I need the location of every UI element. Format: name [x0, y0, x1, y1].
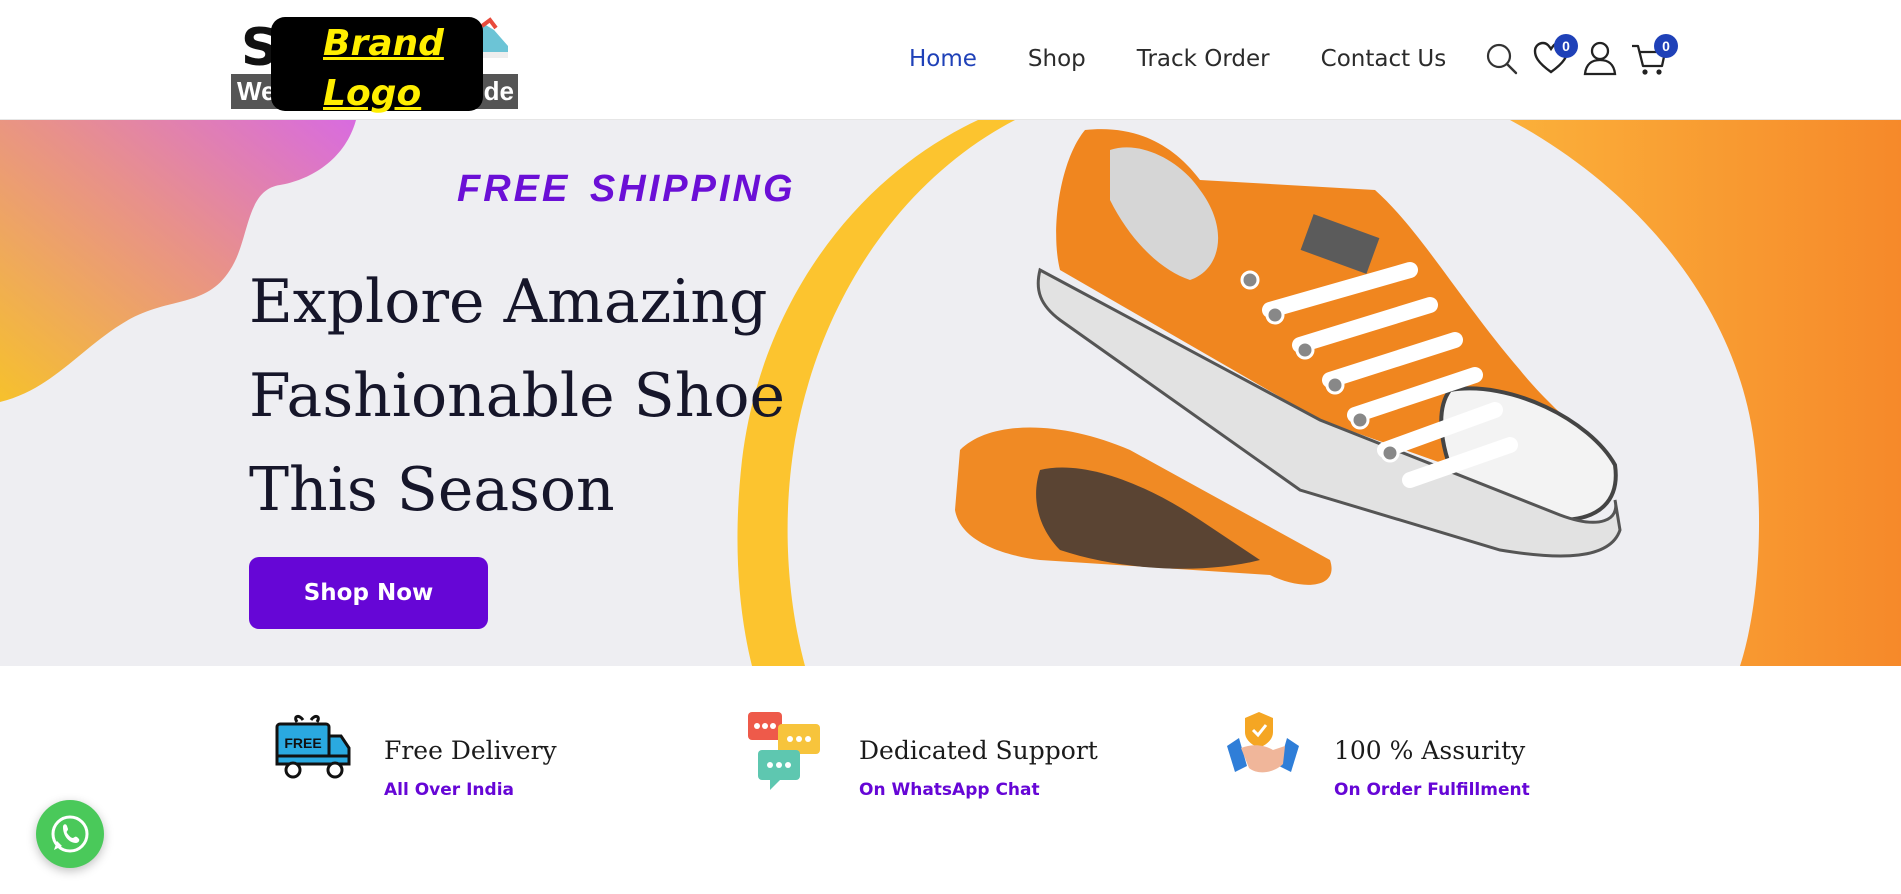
nav-track-order[interactable]: Track Order — [1137, 42, 1270, 76]
brand-logo-text: Brand Logo — [323, 23, 444, 114]
hero-title-line-1: Explore Amazing — [249, 267, 768, 337]
whatsapp-chat-button[interactable] — [36, 800, 104, 868]
feature-subtitle: On Order Fulfillment — [1334, 780, 1530, 800]
logo-text-left: We — [237, 76, 276, 106]
user-icon[interactable] — [1580, 38, 1620, 78]
feature-title: Free Delivery — [384, 736, 557, 765]
truck-free-text: FREE — [284, 735, 321, 751]
nav-home[interactable]: Home — [909, 42, 977, 76]
wishlist-button[interactable]: 0 — [1531, 34, 1578, 78]
search-icon[interactable] — [1482, 38, 1522, 78]
wishlist-count-badge: 0 — [1554, 34, 1578, 58]
nav-shop[interactable]: Shop — [1028, 42, 1086, 76]
shop-now-button[interactable]: Shop Now — [249, 557, 488, 629]
nav-contact-us[interactable]: Contact Us — [1321, 42, 1447, 76]
hero-title-line-2: Fashionable Shoe — [249, 361, 786, 431]
whatsapp-icon — [51, 815, 89, 853]
site-header: S We ide Brand Logo Home Shop Track Order… — [0, 0, 1901, 120]
handshake-shield-icon — [1227, 712, 1299, 773]
delivery-truck-icon: FREE — [275, 714, 351, 779]
hero-banner: FREE SHIPPING Explore Amazing Fashionabl… — [0, 120, 1901, 666]
feature-title: 100 % Assurity — [1334, 736, 1526, 765]
chat-bubbles-icon — [748, 712, 820, 790]
main-nav: Home Shop Track Order Contact Us — [909, 42, 1497, 76]
hero-tagline: FREE SHIPPING — [457, 168, 796, 210]
cart-button[interactable]: 0 — [1629, 34, 1678, 78]
brand-logo-badge: Brand Logo — [271, 17, 483, 114]
cart-count-badge: 0 — [1654, 34, 1678, 58]
feature-subtitle: On WhatsApp Chat — [859, 780, 1040, 800]
hero-title-line-3: This Season — [249, 455, 615, 525]
feature-title: Dedicated Support — [859, 736, 1098, 765]
site-logo[interactable]: S We ide Brand Logo — [231, 16, 518, 114]
hero-title: Explore Amazing Fashionable Shoe This Se… — [249, 255, 869, 537]
feature-subtitle: All Over India — [384, 780, 514, 800]
